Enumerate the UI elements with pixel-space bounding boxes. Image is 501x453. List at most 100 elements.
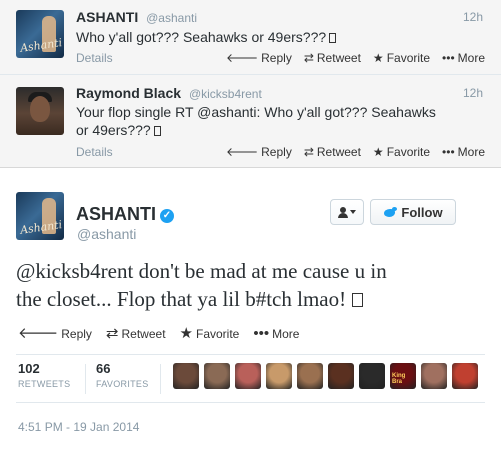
favoriter-avatar[interactable]: King Bra bbox=[390, 363, 416, 389]
follow-button[interactable]: Follow bbox=[370, 199, 456, 225]
divider bbox=[16, 402, 485, 403]
retweet-label: Retweet bbox=[316, 145, 361, 159]
author-handle[interactable]: @kicksb4rent bbox=[189, 87, 262, 101]
author-handle[interactable]: @ashanti bbox=[146, 11, 197, 25]
avatar-signature: Ashanti bbox=[19, 218, 63, 237]
user-dropdown-icon bbox=[338, 206, 348, 218]
favoriter-avatar[interactable] bbox=[452, 363, 478, 389]
author-name[interactable]: ASHANTI bbox=[76, 9, 138, 25]
avatar-signature: Ashanti bbox=[19, 36, 63, 55]
retweet-icon: ⇄ bbox=[303, 145, 314, 159]
emoji-placeholder-icon bbox=[352, 293, 364, 307]
more-dots-icon: ••• bbox=[442, 145, 455, 159]
reply-label: Reply bbox=[261, 51, 292, 65]
more-dots-icon: ••• bbox=[253, 325, 270, 342]
retweets-stat[interactable]: 102 RETWEETS bbox=[18, 361, 70, 389]
reply-button[interactable]: 🡐 Reply bbox=[226, 145, 292, 159]
reply-button[interactable]: 🡐 Reply bbox=[226, 51, 292, 65]
details-link[interactable]: Details bbox=[76, 51, 113, 65]
thread-tweet-ashanti[interactable]: Ashanti ASHANTI @ashanti 12h Who y'all g… bbox=[0, 0, 501, 75]
favoriter-avatar[interactable] bbox=[266, 363, 292, 389]
tweet-text: Your flop single RT @ashanti: Who y'all … bbox=[76, 103, 476, 139]
favorite-star-icon: ★ bbox=[179, 325, 193, 342]
more-button[interactable]: ••• More bbox=[442, 145, 485, 159]
favoriter-avatar[interactable] bbox=[235, 363, 261, 389]
main-tweet-actions: 🡐 Reply ⇄ Retweet ★ Favorite ••• More bbox=[18, 325, 300, 342]
more-label: More bbox=[272, 327, 300, 341]
divider bbox=[160, 364, 161, 394]
verified-badge-icon: ✓ bbox=[160, 209, 174, 223]
favorite-label: Favorite bbox=[195, 327, 240, 341]
user-actions-dropdown-button[interactable] bbox=[330, 199, 364, 225]
favoriter-avatar[interactable] bbox=[204, 363, 230, 389]
main-tweet-text-line-2: the closet... Flop that ya lil b#tch lma… bbox=[16, 285, 486, 313]
favoriter-avatar[interactable] bbox=[359, 363, 385, 389]
favoriter-avatar[interactable] bbox=[328, 363, 354, 389]
retweet-label: Retweet bbox=[121, 327, 166, 341]
main-tweet-text: @kicksb4rent don't be mad at me cause u … bbox=[16, 257, 486, 313]
favorites-stat[interactable]: 66 FAVORITES bbox=[96, 361, 149, 389]
favorite-star-icon: ★ bbox=[372, 145, 384, 159]
reply-icon: 🡐 bbox=[225, 51, 259, 65]
twitter-bird-icon bbox=[383, 206, 398, 218]
retweets-count[interactable]: 102 bbox=[18, 361, 70, 376]
favorite-label: Favorite bbox=[386, 145, 431, 159]
divider bbox=[85, 364, 86, 394]
retweet-button[interactable]: ⇄ Retweet bbox=[304, 145, 361, 159]
favorite-star-icon: ★ bbox=[372, 51, 384, 65]
emoji-placeholder-icon bbox=[153, 126, 161, 136]
retweet-button[interactable]: ⇄ Retweet bbox=[304, 51, 361, 65]
divider bbox=[16, 354, 485, 355]
tweet-text-line-2: or 49ers??? bbox=[76, 121, 476, 139]
tweet-timestamp[interactable]: 4:51 PM - 19 Jan 2014 bbox=[18, 420, 139, 434]
emoji-placeholder-icon bbox=[329, 33, 337, 43]
main-tweet-text-line-1: @kicksb4rent don't be mad at me cause u … bbox=[16, 259, 387, 283]
favoriter-avatar[interactable] bbox=[173, 363, 199, 389]
more-button[interactable]: ••• More bbox=[253, 325, 300, 342]
retweet-label: Retweet bbox=[316, 51, 361, 65]
main-author-name[interactable]: ASHANTI ✓ bbox=[76, 204, 174, 225]
reply-label: Reply bbox=[61, 327, 92, 341]
tweet-author[interactable]: ASHANTI @ashanti bbox=[76, 9, 197, 25]
reply-icon: 🡐 bbox=[225, 145, 259, 159]
favorite-label: Favorite bbox=[386, 51, 431, 65]
tweet-text: Who y'all got??? Seahawks or 49ers??? bbox=[76, 28, 476, 46]
tweet-time[interactable]: 12h bbox=[463, 10, 483, 24]
avatar[interactable] bbox=[16, 87, 64, 135]
reply-button[interactable]: 🡐 Reply bbox=[18, 325, 92, 342]
tweet-actions: 🡐 Reply ⇄ Retweet ★ Favorite ••• More bbox=[226, 51, 485, 65]
favoriter-avatar[interactable] bbox=[297, 363, 323, 389]
retweet-icon: ⇄ bbox=[105, 325, 119, 342]
more-dots-icon: ••• bbox=[442, 51, 455, 65]
favorites-count[interactable]: 66 bbox=[96, 361, 149, 376]
main-tweet: Ashanti ASHANTI ✓ @ashanti Follow @kicksb… bbox=[0, 168, 501, 453]
avatar[interactable]: Ashanti bbox=[16, 10, 64, 58]
reply-label: Reply bbox=[261, 145, 292, 159]
more-button[interactable]: ••• More bbox=[442, 51, 485, 65]
main-author-name-text[interactable]: ASHANTI bbox=[76, 204, 156, 224]
retweet-button[interactable]: ⇄ Retweet bbox=[105, 325, 166, 342]
details-link[interactable]: Details bbox=[76, 145, 113, 159]
main-avatar[interactable]: Ashanti bbox=[16, 192, 64, 240]
avatar-face bbox=[30, 96, 50, 122]
retweets-label[interactable]: RETWEETS bbox=[18, 379, 70, 389]
tweet-actions: 🡐 Reply ⇄ Retweet ★ Favorite ••• More bbox=[226, 145, 485, 159]
favorites-label[interactable]: FAVORITES bbox=[96, 379, 149, 389]
author-name[interactable]: Raymond Black bbox=[76, 85, 181, 101]
more-label: More bbox=[457, 145, 485, 159]
main-author-handle[interactable]: @ashanti bbox=[77, 226, 136, 242]
favorite-button[interactable]: ★ Favorite bbox=[373, 51, 430, 65]
main-tweet-text-line-2-content: the closet... Flop that ya lil b#tch lma… bbox=[16, 287, 347, 311]
retweet-icon: ⇄ bbox=[303, 51, 314, 65]
favorite-button[interactable]: ★ Favorite bbox=[179, 325, 240, 342]
favoriter-avatar[interactable] bbox=[421, 363, 447, 389]
tweet-text-line-1: Your flop single RT @ashanti: Who y'all … bbox=[76, 104, 436, 120]
chevron-down-icon bbox=[350, 210, 356, 214]
thread-tweet-raymond[interactable]: Raymond Black @kicksb4rent 12h Your flop… bbox=[0, 75, 501, 168]
tweet-text-content: Who y'all got??? Seahawks or 49ers??? bbox=[76, 29, 327, 45]
favorite-button[interactable]: ★ Favorite bbox=[373, 145, 430, 159]
more-label: More bbox=[457, 51, 485, 65]
tweet-author[interactable]: Raymond Black @kicksb4rent bbox=[76, 85, 262, 101]
reply-icon: 🡐 bbox=[18, 325, 59, 342]
tweet-time[interactable]: 12h bbox=[463, 86, 483, 100]
